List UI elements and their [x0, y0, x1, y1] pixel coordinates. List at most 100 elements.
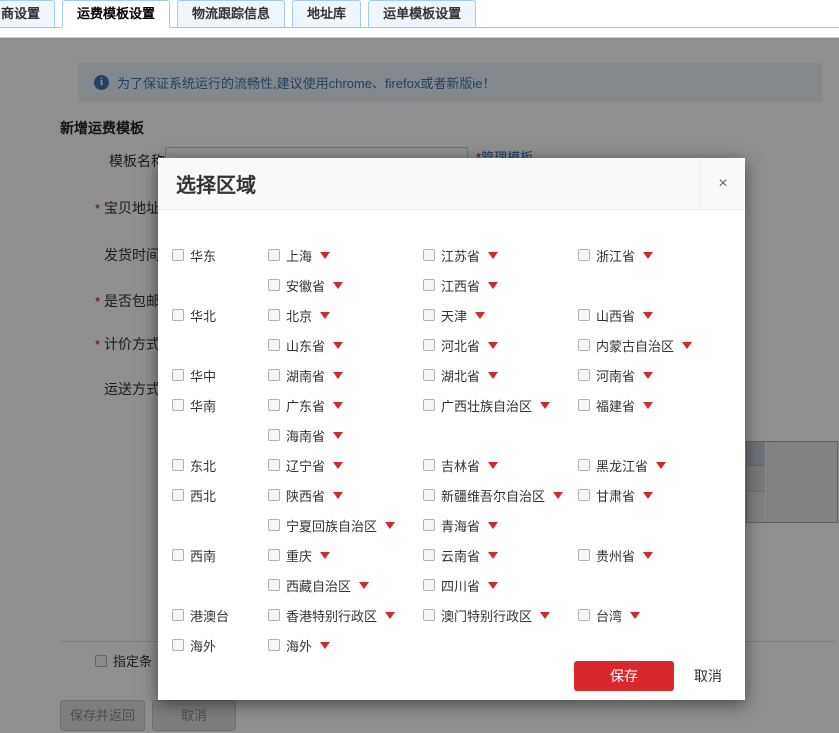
province-checkbox[interactable] [578, 369, 590, 381]
province-checkbox[interactable] [268, 399, 280, 411]
dropdown-arrow-icon[interactable] [643, 552, 653, 559]
province-checkbox[interactable] [423, 519, 435, 531]
region-checkbox[interactable] [172, 459, 184, 471]
province-checkbox[interactable] [268, 549, 280, 561]
province-checkbox[interactable] [578, 309, 590, 321]
province-checkbox[interactable] [423, 549, 435, 561]
close-button[interactable]: × [700, 158, 745, 210]
region-checkbox[interactable] [172, 549, 184, 561]
region-cell: 海外 [172, 636, 268, 655]
province-checkbox[interactable] [268, 579, 280, 591]
province-label: 西藏自治区 [286, 576, 351, 595]
dropdown-arrow-icon[interactable] [488, 372, 498, 379]
dropdown-arrow-icon[interactable] [643, 312, 653, 319]
dropdown-arrow-icon[interactable] [333, 492, 343, 499]
dropdown-arrow-icon[interactable] [333, 402, 343, 409]
province-checkbox[interactable] [268, 249, 280, 261]
dropdown-arrow-icon[interactable] [643, 402, 653, 409]
region-row: 华北北京天津山西省 [172, 300, 745, 330]
dropdown-arrow-icon[interactable] [682, 342, 692, 349]
province-checkbox[interactable] [578, 249, 590, 261]
province-checkbox[interactable] [423, 609, 435, 621]
dropdown-arrow-icon[interactable] [333, 342, 343, 349]
dropdown-arrow-icon[interactable] [488, 522, 498, 529]
province-checkbox[interactable] [268, 639, 280, 651]
dropdown-arrow-icon[interactable] [488, 342, 498, 349]
province-checkbox[interactable] [578, 399, 590, 411]
dropdown-arrow-icon[interactable] [488, 462, 498, 469]
dropdown-arrow-icon[interactable] [333, 282, 343, 289]
region-row: 华南广东省广西壮族自治区福建省 [172, 390, 745, 420]
province-checkbox[interactable] [578, 549, 590, 561]
province-checkbox[interactable] [423, 399, 435, 411]
tab-logistics-tracking[interactable]: 物流跟踪信息 [177, 0, 285, 27]
dropdown-arrow-icon[interactable] [320, 252, 330, 259]
dropdown-arrow-icon[interactable] [333, 462, 343, 469]
province-checkbox[interactable] [423, 249, 435, 261]
dropdown-arrow-icon[interactable] [488, 582, 498, 589]
province-checkbox[interactable] [268, 489, 280, 501]
cancel-button[interactable]: 取消 [694, 666, 722, 686]
dropdown-arrow-icon[interactable] [385, 612, 395, 619]
tab-waybill-template-settings[interactable]: 运单模板设置 [368, 0, 476, 27]
province-cell: 澳门特别行政区 [423, 606, 578, 625]
province-checkbox[interactable] [268, 369, 280, 381]
dropdown-arrow-icon[interactable] [320, 312, 330, 319]
province-checkbox[interactable] [268, 459, 280, 471]
dropdown-arrow-icon[interactable] [488, 252, 498, 259]
region-checkbox[interactable] [172, 399, 184, 411]
province-checkbox[interactable] [423, 489, 435, 501]
dropdown-arrow-icon[interactable] [320, 552, 330, 559]
province-checkbox[interactable] [268, 609, 280, 621]
tab-bar: 商设置 运费模板设置 物流跟踪信息 地址库 运单模板设置 [0, 0, 839, 28]
region-checkbox[interactable] [172, 309, 184, 321]
region-checkbox[interactable] [172, 639, 184, 651]
region-row: 港澳台香港特别行政区澳门特别行政区台湾 [172, 600, 745, 630]
province-checkbox[interactable] [268, 279, 280, 291]
dropdown-arrow-icon[interactable] [540, 402, 550, 409]
province-checkbox[interactable] [423, 369, 435, 381]
dropdown-arrow-icon[interactable] [553, 492, 563, 499]
region-checkbox[interactable] [172, 369, 184, 381]
province-checkbox[interactable] [423, 309, 435, 321]
tab-provider-settings[interactable]: 商设置 [0, 0, 55, 27]
dropdown-arrow-icon[interactable] [643, 492, 653, 499]
province-checkbox[interactable] [268, 429, 280, 441]
dropdown-arrow-icon[interactable] [540, 612, 550, 619]
save-button[interactable]: 保存 [574, 661, 674, 691]
dropdown-arrow-icon[interactable] [488, 552, 498, 559]
province-checkbox[interactable] [423, 459, 435, 471]
region-checkbox[interactable] [172, 489, 184, 501]
province-checkbox[interactable] [268, 339, 280, 351]
dropdown-arrow-icon[interactable] [656, 462, 666, 469]
dropdown-arrow-icon[interactable] [320, 642, 330, 649]
province-checkbox[interactable] [578, 459, 590, 471]
province-cell: 福建省 [578, 396, 733, 415]
province-checkbox[interactable] [578, 609, 590, 621]
region-label: 华中 [190, 366, 216, 385]
province-label: 江苏省 [441, 246, 480, 265]
dropdown-arrow-icon[interactable] [488, 282, 498, 289]
province-checkbox[interactable] [578, 339, 590, 351]
tab-shipping-template-settings[interactable]: 运费模板设置 [62, 0, 170, 28]
province-label: 云南省 [441, 546, 480, 565]
province-checkbox[interactable] [578, 489, 590, 501]
dropdown-arrow-icon[interactable] [333, 372, 343, 379]
province-checkbox[interactable] [268, 309, 280, 321]
province-checkbox[interactable] [423, 579, 435, 591]
tab-content-gap [0, 28, 839, 37]
province-checkbox[interactable] [268, 519, 280, 531]
region-label: 东北 [190, 456, 216, 475]
dropdown-arrow-icon[interactable] [643, 252, 653, 259]
tab-address-library[interactable]: 地址库 [292, 0, 361, 27]
dropdown-arrow-icon[interactable] [333, 432, 343, 439]
province-checkbox[interactable] [423, 339, 435, 351]
region-checkbox[interactable] [172, 609, 184, 621]
dropdown-arrow-icon[interactable] [643, 372, 653, 379]
dropdown-arrow-icon[interactable] [475, 312, 485, 319]
province-checkbox[interactable] [423, 279, 435, 291]
dropdown-arrow-icon[interactable] [359, 582, 369, 589]
dropdown-arrow-icon[interactable] [385, 522, 395, 529]
dropdown-arrow-icon[interactable] [630, 612, 640, 619]
region-checkbox[interactable] [172, 249, 184, 261]
